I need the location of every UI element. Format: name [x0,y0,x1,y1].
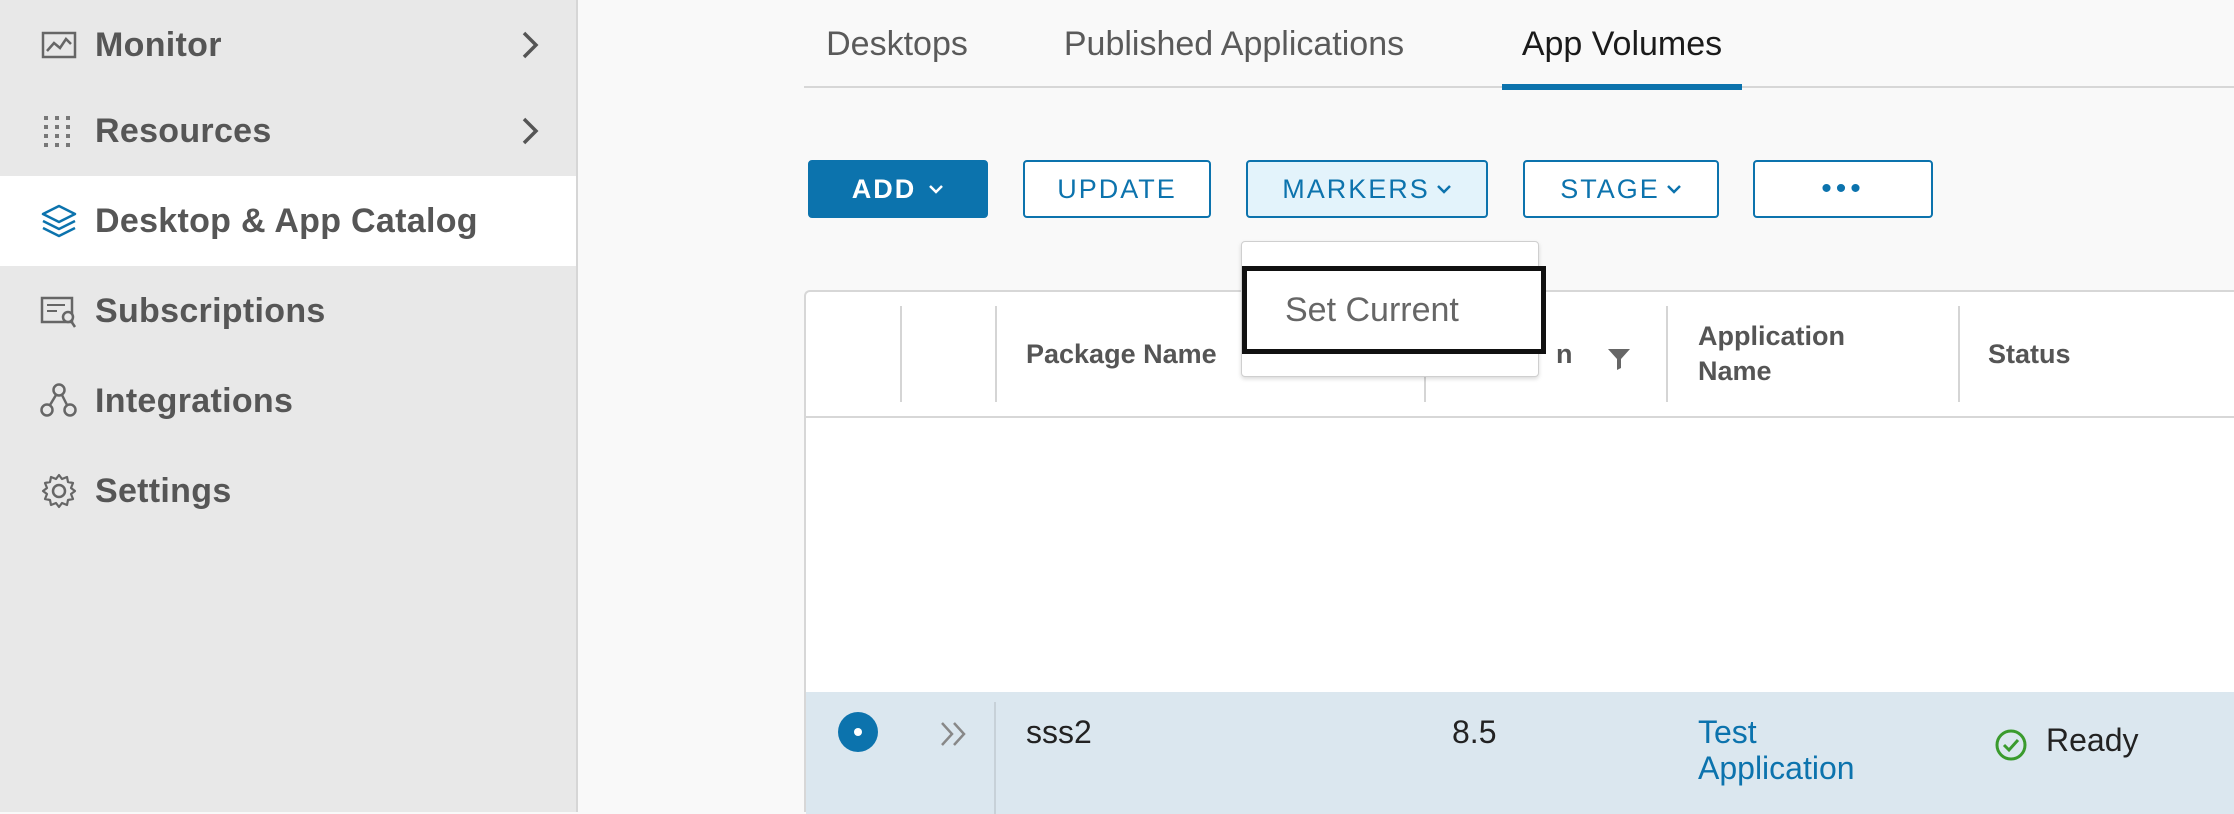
more-actions-button[interactable]: ••• [1753,160,1933,218]
markers-dropdown-menu: Set Current [1241,241,1546,377]
monitor-icon [38,24,80,66]
chevron-down-icon [1436,185,1451,194]
tab-desktops[interactable]: Desktops [812,0,982,88]
tab-published-applications[interactable]: Published Applications [1046,0,1422,88]
application-name-link[interactable]: Test Application [1698,714,1918,786]
column-separator [995,306,997,402]
chevron-down-icon [929,185,944,194]
column-header-application-name[interactable]: Application Name [1698,292,1898,416]
sidebar-item-label: Integrations [95,381,294,420]
sidebar-item-subscriptions[interactable]: Subscriptions [0,266,576,356]
sidebar-item-desktop-app-catalog[interactable]: Desktop & App Catalog [0,176,576,266]
chevron-right-icon [522,117,539,145]
column-separator [1666,306,1668,402]
sidebar-item-label: Desktop & App Catalog [95,201,478,240]
column-separator [900,306,902,402]
sidebar-nav: Monitor Resources Desktop & App Catalog [0,0,578,812]
markers-button[interactable]: MARKERS [1246,160,1488,218]
stage-button[interactable]: STAGE [1523,160,1719,218]
sidebar-item-integrations[interactable]: Integrations [0,356,576,446]
cell-package-name: sss2 [1026,714,1092,750]
sidebar-item-label: Resources [95,111,272,150]
add-button-label: ADD [851,173,917,204]
markers-button-label: MARKERS [1282,173,1430,204]
add-button[interactable]: ADD [808,160,988,218]
gear-icon [38,470,80,512]
tab-app-volumes[interactable]: App Volumes [1502,0,1742,90]
sidebar-item-label: Settings [95,471,232,510]
layers-icon [38,200,80,242]
column-header-version[interactable]: n [1556,292,1573,416]
cell-version: 8.5 [1452,714,1497,750]
chevron-down-icon [1666,185,1681,194]
status-ok-icon [1995,729,2027,761]
menu-item-set-current[interactable]: Set Current [1242,266,1546,354]
column-header-package-name[interactable]: Package Name [1026,292,1217,416]
resources-grid-icon [38,110,80,152]
sidebar-item-label: Subscriptions [95,291,326,330]
table-row[interactable]: sss2 8.5 Test Application Ready [806,692,2234,814]
sidebar-item-monitor[interactable]: Monitor [0,0,576,90]
catalog-tabs: Desktops Published Applications App Volu… [804,0,2234,90]
row-select-radio[interactable] [838,712,878,752]
integrations-icon [38,380,80,422]
filter-icon[interactable] [1606,346,1632,372]
stage-button-label: STAGE [1560,173,1660,204]
column-header-status[interactable]: Status [1988,292,2071,416]
cell-status: Ready [2046,722,2139,758]
update-button[interactable]: UPDATE [1023,160,1211,218]
sidebar-item-label: Monitor [95,25,222,64]
column-separator [1958,306,1960,402]
chevron-right-icon [522,31,539,59]
sidebar-item-settings[interactable]: Settings [0,446,576,536]
column-separator [994,702,996,814]
sidebar-item-resources[interactable]: Resources [0,86,576,176]
subscriptions-icon [38,290,80,332]
expand-row-icon[interactable] [938,720,972,748]
